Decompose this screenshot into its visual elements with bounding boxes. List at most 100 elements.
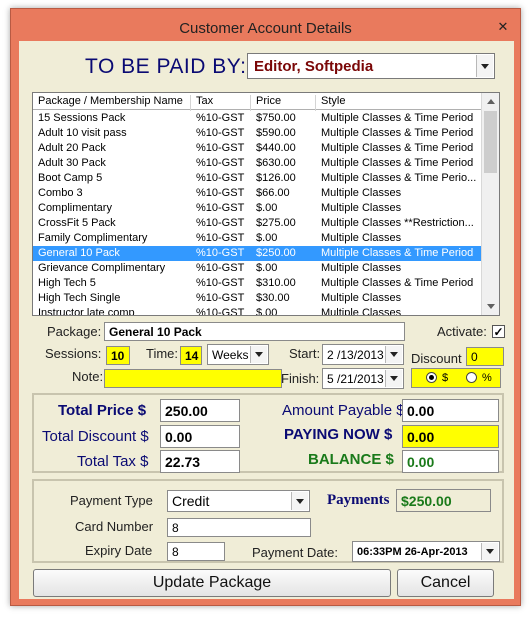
package-field[interactable]: General 10 Pack: [104, 322, 405, 341]
table-cell: Multiple Classes & Time Period: [321, 142, 474, 154]
time-value: 14: [185, 349, 199, 363]
sessions-label: Sessions:: [45, 346, 102, 361]
table-cell: $310.00: [256, 277, 296, 289]
table-cell: $250.00: [256, 247, 296, 259]
table-cell: $.00: [256, 202, 278, 214]
table-cell: $66.00: [256, 187, 290, 199]
column-header-tax[interactable]: Tax: [191, 95, 251, 111]
expiry-date-field[interactable]: 8: [167, 542, 225, 561]
table-cell: 15 Sessions Pack: [38, 112, 126, 124]
scroll-thumb[interactable]: [484, 111, 497, 173]
table-row[interactable]: Boot Camp 5 %10-GST $126.00 Multiple Classe…: [33, 171, 481, 186]
chevron-down-icon[interactable]: [291, 492, 308, 510]
chevron-down-icon[interactable]: [476, 55, 493, 77]
table-row[interactable]: 15 Sessions Pack %10-GST $750.00 Multiple C…: [33, 111, 481, 126]
package-list[interactable]: Package / Membership Name Tax Price Styl…: [32, 92, 500, 316]
total-tax-field[interactable]: 22.73: [160, 450, 240, 473]
table-cell: Instructor late comp: [38, 307, 135, 316]
table-cell: $440.00: [256, 142, 296, 154]
cancel-button[interactable]: Cancel: [397, 569, 494, 597]
table-cell: Multiple Classes: [321, 292, 402, 304]
table-cell: Adult 30 Pack: [38, 157, 106, 169]
scroll-down-icon[interactable]: [487, 304, 495, 309]
table-row[interactable]: High Tech Single %10-GST $30.00 Multiple Cl…: [33, 291, 481, 306]
table-cell: Multiple Classes: [321, 187, 402, 199]
table-cell: %10-GST: [196, 247, 245, 259]
table-row[interactable]: CrossFit 5 Pack %10-GST $275.00 Multiple Cl…: [33, 216, 481, 231]
time-unit-value: Weeks: [212, 348, 249, 362]
table-cell: Multiple Classes & Time Period: [321, 127, 474, 139]
table-cell: $.00: [256, 307, 278, 316]
table-row[interactable]: Adult 30 Pack %10-GST $630.00 Multiple Clas…: [33, 156, 481, 171]
chevron-down-icon[interactable]: [385, 370, 402, 387]
column-header-price[interactable]: Price: [251, 95, 316, 111]
package-list-scrollbar[interactable]: [481, 93, 499, 315]
table-cell: Multiple Classes: [321, 232, 402, 244]
chevron-down-icon[interactable]: [250, 346, 267, 363]
start-date-picker[interactable]: 2 /13/2013: [322, 344, 404, 365]
card-number-field[interactable]: 8: [167, 518, 311, 537]
total-price-field[interactable]: 250.00: [160, 399, 240, 422]
package-list-body: 15 Sessions Pack %10-GST $750.00 Multiple C…: [33, 111, 481, 316]
note-field[interactable]: [104, 369, 282, 388]
table-row[interactable]: Family Complimentary %10-GST $.00 Multiple …: [33, 231, 481, 246]
table-row[interactable]: Grievance Complimentary %10-GST $.00 Multip…: [33, 261, 481, 276]
time-label: Time:: [146, 346, 179, 361]
payment-date-picker[interactable]: 06:33PM 26-Apr-2013: [352, 541, 500, 562]
table-cell: %10-GST: [196, 127, 245, 139]
table-row[interactable]: Adult 20 Pack %10-GST $440.00 Multiple Clas…: [33, 141, 481, 156]
table-row[interactable]: General 10 Pack %10-GST $250.00 Multiple Cl…: [33, 246, 481, 261]
scroll-up-icon[interactable]: [487, 99, 495, 104]
package-list-header: Package / Membership Name Tax Price Styl…: [33, 93, 481, 111]
card-number-label: Card Number: [75, 519, 154, 534]
close-icon[interactable]: ✕: [494, 18, 512, 36]
package-value: General 10 Pack: [109, 325, 202, 339]
update-package-button[interactable]: Update Package: [33, 569, 391, 597]
amount-payable-field[interactable]: 0.00: [402, 399, 499, 422]
time-field[interactable]: 14: [180, 346, 202, 365]
table-cell: %10-GST: [196, 262, 245, 274]
table-cell: $275.00: [256, 217, 296, 229]
balance-label: BALANCE $: [308, 451, 394, 468]
discount-field[interactable]: 0: [466, 347, 504, 366]
title-bar[interactable]: Customer Account Details ✕: [11, 9, 520, 41]
table-cell: %10-GST: [196, 232, 245, 244]
column-header-style[interactable]: Style: [316, 95, 481, 111]
table-cell: $.00: [256, 232, 278, 244]
table-cell: Multiple Classes & Time Period: [321, 277, 474, 289]
column-header-name[interactable]: Package / Membership Name: [33, 95, 191, 111]
table-cell: Boot Camp 5: [38, 172, 103, 184]
paying-now-label: PAYING NOW $: [284, 426, 393, 443]
payment-type-select[interactable]: Credit: [167, 490, 310, 512]
table-row[interactable]: Adult 10 visit pass %10-GST $590.00 Multipl…: [33, 126, 481, 141]
table-cell: Multiple Classes: [321, 202, 402, 214]
table-cell: $.00: [256, 262, 278, 274]
table-cell: $30.00: [256, 292, 290, 304]
table-row[interactable]: High Tech 5 %10-GST $310.00 Multiple Classe…: [33, 276, 481, 291]
time-unit-select[interactable]: Weeks: [207, 344, 269, 365]
paid-by-select[interactable]: Editor, Softpedia: [247, 53, 495, 79]
table-cell: %10-GST: [196, 277, 245, 289]
sessions-field[interactable]: 10: [106, 346, 130, 365]
paying-now-field[interactable]: 0.00: [402, 425, 499, 448]
chevron-down-icon[interactable]: [481, 543, 498, 560]
activate-label: Activate:: [437, 324, 487, 339]
table-cell: High Tech 5: [38, 277, 96, 289]
total-tax-label: Total Tax $: [77, 453, 149, 470]
table-row[interactable]: Instructor late comp %10-GST $.00 Multiple …: [33, 306, 481, 316]
table-row[interactable]: Complimentary %10-GST $.00 Multiple Classes: [33, 201, 481, 216]
table-row[interactable]: Combo 3 %10-GST $66.00 Multiple Classes: [33, 186, 481, 201]
balance-field[interactable]: 0.00: [402, 450, 499, 473]
chevron-down-icon[interactable]: [385, 346, 402, 363]
activate-checkbox[interactable]: ✓: [492, 325, 505, 338]
finish-date-picker[interactable]: 5 /21/2013: [322, 368, 404, 389]
expiry-date-value: 8: [172, 545, 179, 559]
discount-percent-radio[interactable]: [466, 372, 477, 383]
total-discount-field[interactable]: 0.00: [160, 425, 240, 448]
finish-label: Finish:: [281, 371, 320, 386]
discount-mode-group: $ %: [411, 368, 501, 388]
expiry-date-label: Expiry Date: [85, 543, 153, 558]
table-cell: %10-GST: [196, 217, 245, 229]
discount-dollar-radio[interactable]: [426, 372, 437, 383]
dialog-client-area: TO BE PAID BY: Editor, Softpedia Package…: [19, 41, 514, 599]
